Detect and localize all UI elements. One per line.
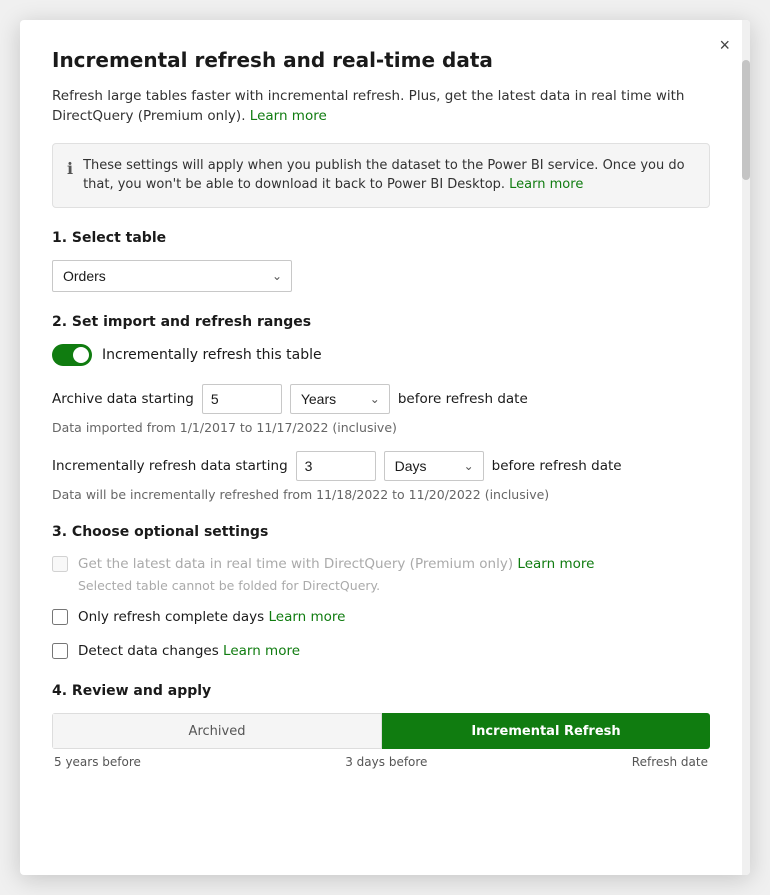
detect-changes-row: Detect data changes Learn more <box>52 641 710 661</box>
section-optional-settings: 3. Choose optional settings Get the late… <box>52 524 710 662</box>
complete-days-checkbox[interactable] <box>52 609 68 625</box>
directquery-checkbox[interactable] <box>52 556 68 572</box>
archive-unit-select[interactable]: Days Months Years <box>290 384 390 414</box>
timeline-label-center: 3 days before <box>345 755 427 769</box>
section-review: 4. Review and apply Archived Incremental… <box>52 683 710 769</box>
incremental-number-input[interactable] <box>296 451 376 481</box>
incremental-suffix: before refresh date <box>492 458 622 474</box>
info-text: These settings will apply when you publi… <box>83 156 695 195</box>
dialog-description: Refresh large tables faster with increme… <box>52 86 710 127</box>
table-select-wrapper: Orders ⌄ <box>52 260 292 292</box>
complete-days-learn-more-link[interactable]: Learn more <box>268 609 345 625</box>
incremental-label: Incrementally refresh data starting <box>52 458 288 474</box>
dialog: × Incremental refresh and real-time data… <box>20 20 750 875</box>
timeline-label-left: 5 years before <box>54 755 141 769</box>
section4-heading: 4. Review and apply <box>52 683 710 699</box>
detect-changes-checkbox[interactable] <box>52 643 68 659</box>
toggle-label: Incrementally refresh this table <box>102 347 322 363</box>
table-select[interactable]: Orders <box>52 260 292 292</box>
dialog-title: Incremental refresh and real-time data <box>52 48 710 72</box>
section1-heading: 1. Select table <box>52 230 710 246</box>
complete-days-row: Only refresh complete days Learn more <box>52 607 710 627</box>
incremental-unit-wrapper: Days Months Years ⌄ <box>384 451 484 481</box>
archive-range-row: Archive data starting Days Months Years … <box>52 384 710 414</box>
archive-label: Archive data starting <box>52 391 194 407</box>
detect-changes-learn-more-link[interactable]: Learn more <box>223 643 300 659</box>
directquery-disabled-note: Selected table cannot be folded for Dire… <box>78 578 710 593</box>
info-icon: ℹ <box>67 157 73 195</box>
section3-heading: 3. Choose optional settings <box>52 524 710 540</box>
toggle-row: Incrementally refresh this table <box>52 344 710 366</box>
section-select-table: 1. Select table Orders ⌄ <box>52 230 710 292</box>
toggle-thumb <box>73 347 89 363</box>
toggle-track[interactable] <box>52 344 92 366</box>
directquery-learn-more-link[interactable]: Learn more <box>517 556 594 572</box>
incremental-toggle[interactable] <box>52 344 92 366</box>
archived-segment: Archived <box>52 713 382 749</box>
section2-heading: 2. Set import and refresh ranges <box>52 314 710 330</box>
close-button[interactable]: × <box>719 36 730 54</box>
info-box: ℹ These settings will apply when you pub… <box>52 143 710 208</box>
description-learn-more-link[interactable]: Learn more <box>250 108 327 124</box>
detect-changes-label: Detect data changes Learn more <box>78 641 300 661</box>
scrollbar[interactable] <box>742 20 750 875</box>
archive-unit-wrapper: Days Months Years ⌄ <box>290 384 390 414</box>
info-learn-more-link[interactable]: Learn more <box>509 177 583 192</box>
directquery-row: Get the latest data in real time with Di… <box>52 554 710 574</box>
complete-days-label: Only refresh complete days Learn more <box>78 607 345 627</box>
archive-suffix: before refresh date <box>398 391 528 407</box>
incremental-unit-select[interactable]: Days Months Years <box>384 451 484 481</box>
scrollbar-thumb[interactable] <box>742 60 750 180</box>
archive-number-input[interactable] <box>202 384 282 414</box>
archive-info: Data imported from 1/1/2017 to 11/17/202… <box>52 420 710 435</box>
timeline-label-right: Refresh date <box>632 755 708 769</box>
incremental-range-row: Incrementally refresh data starting Days… <box>52 451 710 481</box>
directquery-label: Get the latest data in real time with Di… <box>78 554 594 574</box>
timeline-labels: 5 years before 3 days before Refresh dat… <box>52 755 710 769</box>
section-import-refresh: 2. Set import and refresh ranges Increme… <box>52 314 710 502</box>
incremental-segment: Incremental Refresh <box>382 713 710 749</box>
incremental-info: Data will be incrementally refreshed fro… <box>52 487 710 502</box>
timeline-bar: Archived Incremental Refresh <box>52 713 710 749</box>
